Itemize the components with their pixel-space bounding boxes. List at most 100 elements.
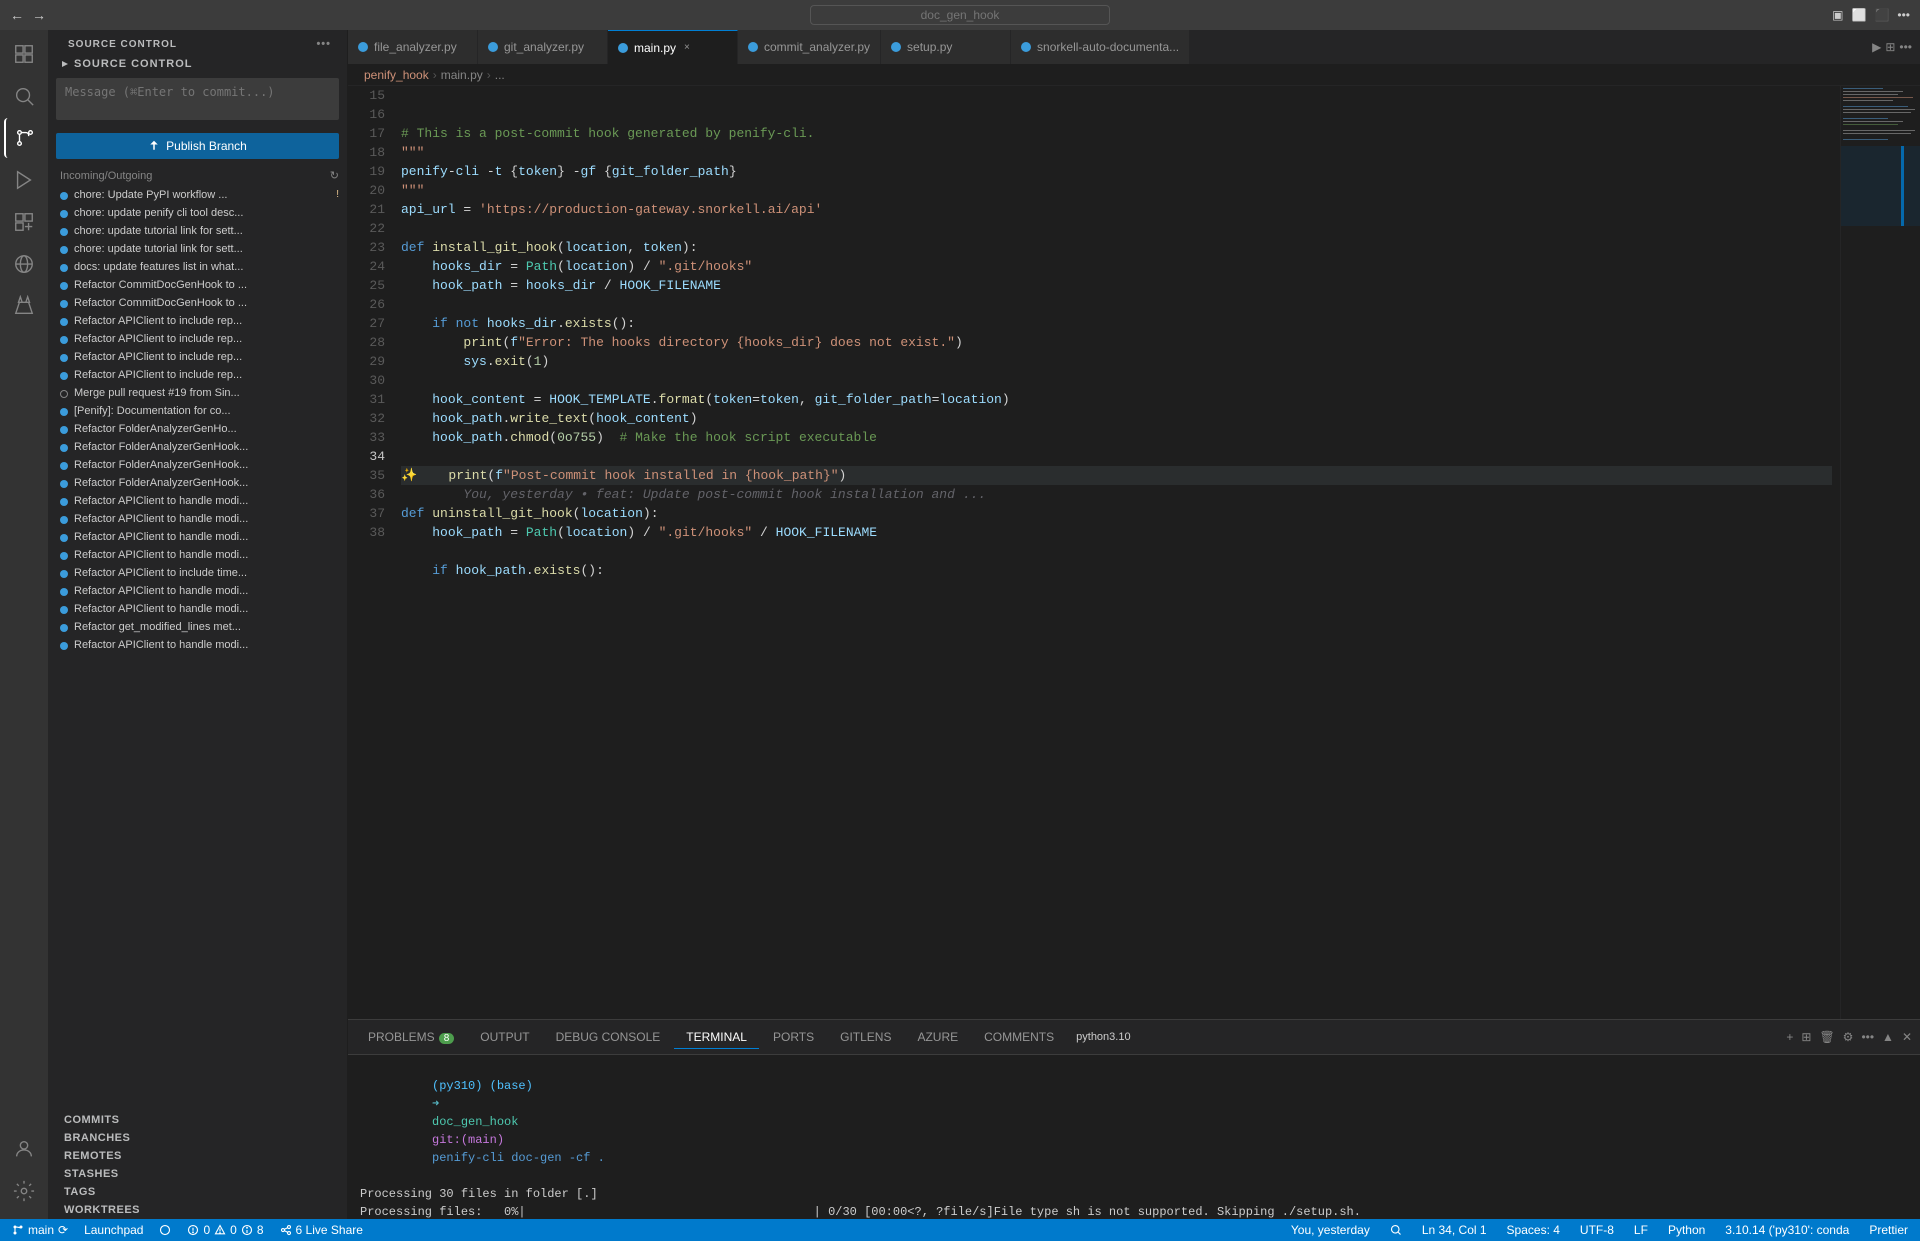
run-icon[interactable]: ▶ [1872, 40, 1881, 54]
list-item[interactable]: Refactor APIClient to include rep... [48, 330, 347, 348]
remote-activity-icon[interactable] [4, 244, 44, 284]
list-item[interactable]: Merge pull request #19 from Sin... [48, 384, 347, 402]
list-item[interactable]: Refactor APIClient to handle modi... [48, 510, 347, 528]
panel-tab-gitlens[interactable]: GITLENS [828, 1026, 903, 1048]
eol-status[interactable]: LF [1630, 1219, 1652, 1241]
search-activity-icon[interactable] [4, 76, 44, 116]
layout-split-icon[interactable]: ⬜ [1851, 8, 1866, 22]
list-item[interactable]: Refactor APIClient to handle modi... [48, 528, 347, 546]
list-item[interactable]: Refactor APIClient to include rep... [48, 366, 347, 384]
tab-git_analyzer-py[interactable]: git_analyzer.py [478, 30, 608, 64]
list-item[interactable]: Refactor CommitDocGenHook to ... [48, 294, 347, 312]
settings-activity-icon[interactable] [4, 1171, 44, 1211]
sidebar-section-worktrees[interactable]: WORKTREES [48, 1201, 347, 1219]
list-item[interactable]: Refactor APIClient to handle modi... [48, 600, 347, 618]
tab-snorkell-auto-documenta-[interactable]: snorkell-auto-documenta... [1011, 30, 1190, 64]
terminal-settings-icon[interactable]: ⚙ [1843, 1030, 1854, 1044]
tab-file_analyzer-py[interactable]: file_analyzer.py [348, 30, 478, 64]
layout-panel-icon[interactable]: ⬛ [1874, 8, 1889, 22]
spaces-status[interactable]: Spaces: 4 [1503, 1219, 1564, 1241]
breadcrumb-symbol[interactable]: ... [495, 68, 505, 82]
back-button[interactable]: ← [10, 7, 24, 23]
sidebar-section-branches[interactable]: BRANCHES [48, 1129, 347, 1147]
sidebar-section-stashes[interactable]: STASHES [48, 1165, 347, 1183]
list-item[interactable]: Refactor FolderAnalyzerGenHook... [48, 474, 347, 492]
list-item[interactable]: Refactor FolderAnalyzerGenHook... [48, 438, 347, 456]
more-terminal-icon[interactable]: ••• [1861, 1030, 1874, 1044]
errors-status[interactable]: 0 0 8 [183, 1219, 267, 1241]
live-share-status[interactable]: 6 Live Share [276, 1219, 367, 1241]
breadcrumb-file[interactable]: main.py [441, 68, 483, 82]
prettier-status[interactable]: Prettier [1865, 1219, 1912, 1241]
list-item[interactable]: docs: update features list in what... [48, 258, 347, 276]
more-actions-icon[interactable]: ••• [1897, 8, 1910, 22]
version-status[interactable]: 3.10.14 ('py310': conda [1721, 1219, 1853, 1241]
panel-tab-debug-console[interactable]: DEBUG CONSOLE [544, 1026, 673, 1048]
more-actions-button[interactable]: ••• [316, 38, 331, 50]
account-activity-icon[interactable] [4, 1129, 44, 1169]
list-item[interactable]: Refactor APIClient to handle modi... [48, 492, 347, 510]
layout-icon[interactable]: ▣ [1832, 8, 1843, 22]
sidebar-section-commits[interactable]: COMMITS [48, 1111, 347, 1129]
list-item[interactable]: Refactor APIClient to include time... [48, 564, 347, 582]
close-panel-icon[interactable]: ✕ [1902, 1030, 1912, 1044]
list-item[interactable]: Refactor APIClient to handle modi... [48, 636, 347, 654]
split-editor-icon[interactable]: ⊞ [1885, 40, 1895, 54]
panel-tab-comments[interactable]: COMMENTS [972, 1026, 1066, 1048]
list-item[interactable]: Refactor APIClient to handle modi... [48, 582, 347, 600]
panel-content[interactable]: (py310) (base) ➜ doc_gen_hook git:(main)… [348, 1055, 1920, 1219]
language-status[interactable]: Python [1664, 1219, 1709, 1241]
trash-terminal-icon[interactable]: 🗑 [1819, 1030, 1834, 1044]
panel-tab-output[interactable]: OUTPUT [468, 1026, 541, 1048]
panel-tab-azure[interactable]: AZURE [905, 1026, 970, 1048]
code-editor[interactable]: # This is a post-commit hook generated b… [393, 86, 1840, 1019]
branch-status[interactable]: main ⟳ [8, 1219, 72, 1241]
incoming-outgoing[interactable]: Incoming/Outgoing ↻ [48, 165, 347, 186]
git-info-status[interactable]: You, yesterday [1287, 1219, 1374, 1241]
source-control-section[interactable]: SOURCE CONTROL [48, 54, 347, 74]
list-item[interactable]: Refactor APIClient to handle modi... [48, 546, 347, 564]
tab-setup-py[interactable]: setup.py [881, 30, 1011, 64]
split-terminal-icon[interactable]: ⊞ [1801, 1030, 1811, 1044]
forward-button[interactable]: → [32, 7, 46, 23]
tab-close-button[interactable]: × [682, 41, 692, 54]
python-version-label[interactable]: python3.10 [1068, 1031, 1138, 1043]
launchpad-status[interactable]: Launchpad [80, 1219, 147, 1241]
maximize-panel-icon[interactable]: ▲ [1882, 1030, 1894, 1044]
list-item[interactable]: chore: Update PyPI workflow ...! [48, 186, 347, 204]
sidebar-section-tags[interactable]: TAGS [48, 1183, 347, 1201]
list-item[interactable]: chore: update tutorial link for sett... [48, 240, 347, 258]
list-item[interactable]: Refactor FolderAnalyzerGenHo... [48, 420, 347, 438]
search-status[interactable] [1386, 1219, 1406, 1241]
commit-message-input[interactable] [56, 78, 339, 120]
list-item[interactable]: Refactor APIClient to include rep... [48, 348, 347, 366]
refresh-icon[interactable]: ↻ [330, 169, 339, 182]
source-control-activity-icon[interactable] [4, 118, 44, 158]
breadcrumb-folder[interactable]: penify_hook [364, 68, 429, 82]
list-item[interactable]: chore: update tutorial link for sett... [48, 222, 347, 240]
list-item[interactable]: Refactor CommitDocGenHook to ... [48, 276, 347, 294]
explorer-activity-icon[interactable] [4, 34, 44, 74]
panel-tab-terminal[interactable]: TERMINAL [674, 1026, 759, 1049]
commit-dot [60, 444, 68, 452]
list-item[interactable]: Refactor APIClient to include rep... [48, 312, 347, 330]
list-item[interactable]: Refactor FolderAnalyzerGenHook... [48, 456, 347, 474]
list-item[interactable]: [Penify]: Documentation for co... [48, 402, 347, 420]
more-tabs-icon[interactable]: ••• [1899, 40, 1912, 54]
cursor-status[interactable]: Ln 34, Col 1 [1418, 1219, 1491, 1241]
extensions-activity-icon[interactable] [4, 202, 44, 242]
list-item[interactable]: Refactor get_modified_lines met... [48, 618, 347, 636]
panel-tab-problems[interactable]: PROBLEMS8 [356, 1026, 466, 1048]
remote-status[interactable] [155, 1219, 175, 1241]
panel-tab-ports[interactable]: PORTS [761, 1026, 826, 1048]
command-search[interactable] [810, 5, 1110, 25]
run-activity-icon[interactable] [4, 160, 44, 200]
tab-commit_analyzer-py[interactable]: commit_analyzer.py [738, 30, 881, 64]
encoding-status[interactable]: UTF-8 [1576, 1219, 1618, 1241]
tab-main-py[interactable]: main.py× [608, 30, 738, 64]
publish-branch-button[interactable]: Publish Branch [56, 133, 339, 159]
list-item[interactable]: chore: update penify cli tool desc... [48, 204, 347, 222]
test-activity-icon[interactable] [4, 286, 44, 326]
sidebar-section-remotes[interactable]: REMOTES [48, 1147, 347, 1165]
new-terminal-icon[interactable]: + [1786, 1030, 1793, 1044]
